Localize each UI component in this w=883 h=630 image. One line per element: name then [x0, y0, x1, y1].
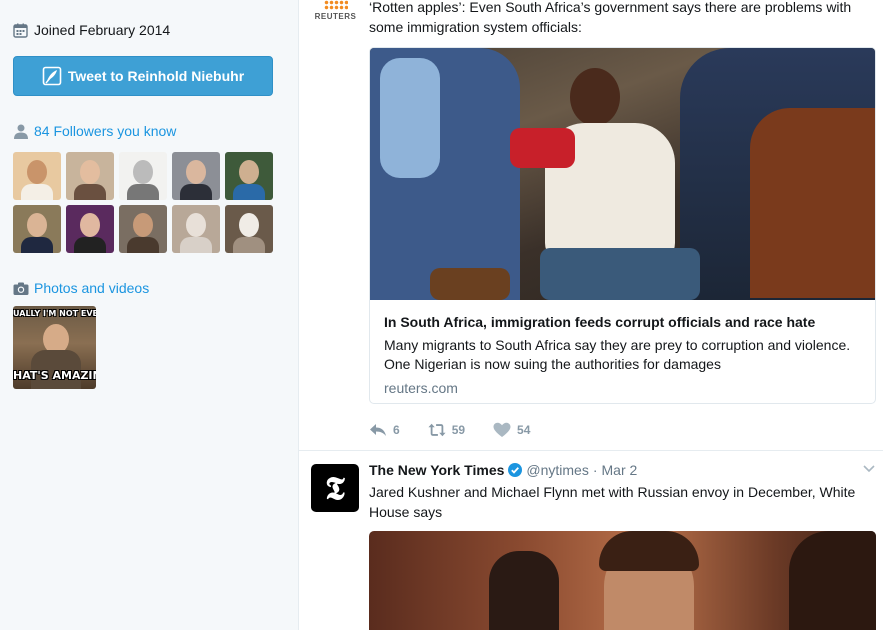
image-figure — [380, 58, 440, 178]
timeline: REUTERS ‘Rotten apples’: Even South Afri… — [299, 0, 883, 630]
tweet[interactable]: REUTERS ‘Rotten apples’: Even South Afri… — [299, 0, 883, 451]
author-handle[interactable]: @nytimes — [526, 462, 588, 478]
meme-top-text: UALLY I'M NOT EVEN — [13, 309, 96, 318]
nyt-logo-glyph: 𝕿 — [325, 468, 345, 507]
tweet-image[interactable] — [369, 531, 876, 630]
follower-avatar[interactable] — [225, 152, 273, 200]
follower-avatar[interactable] — [66, 152, 114, 200]
follower-avatar[interactable] — [66, 205, 114, 253]
like-count: 54 — [517, 423, 531, 437]
image-figure — [599, 531, 699, 571]
reply-icon — [370, 424, 386, 436]
verified-icon — [508, 463, 523, 477]
reply-count: 6 — [393, 423, 400, 437]
follower-avatar[interactable] — [13, 205, 61, 253]
image-figure — [510, 128, 575, 168]
card-domain: reuters.com — [384, 380, 458, 396]
feather-icon — [42, 66, 62, 86]
image-figure — [489, 551, 559, 630]
card-title: In South Africa, immigration feeds corru… — [384, 314, 816, 330]
reuters-dots-icon — [323, 0, 348, 10]
image-figure — [789, 531, 876, 630]
followers-label: 84 Followers you know — [34, 123, 177, 139]
joined-label: Joined February 2014 — [34, 22, 171, 38]
image-figure — [430, 268, 510, 300]
person-icon — [14, 124, 28, 139]
camera-icon — [13, 282, 29, 295]
follower-avatar[interactable] — [172, 152, 220, 200]
photos-and-videos-link[interactable]: Photos and videos — [13, 280, 149, 296]
header-separator: · — [592, 462, 598, 478]
calendar-icon — [13, 23, 28, 38]
card-description: Many migrants to South Africa say they a… — [384, 337, 851, 372]
follower-avatar[interactable] — [119, 205, 167, 253]
profile-sidebar: Joined February 2014 Tweet to Reinhold N… — [0, 0, 299, 630]
image-figure — [570, 68, 620, 126]
retweet-icon — [428, 423, 446, 437]
follower-avatar[interactable] — [225, 205, 273, 253]
retweet-count: 59 — [451, 423, 466, 437]
tweet-to-label: Tweet to Reinhold Niebuhr — [67, 68, 245, 84]
tweet[interactable]: 𝕿 The New York Times @nytimes · Mar 2 Ja… — [299, 452, 883, 630]
retweet-button[interactable]: 59 — [428, 422, 465, 438]
followers-avatar-grid — [13, 152, 275, 253]
tweet-date[interactable]: Mar 2 — [602, 462, 638, 478]
tweet-actions: 6 59 54 — [369, 422, 558, 438]
follower-avatar[interactable] — [119, 152, 167, 200]
link-card[interactable]: In South Africa, immigration feeds corru… — [369, 47, 876, 404]
tweet-text: ‘Rotten apples’: Even South Africa’s gov… — [369, 0, 852, 35]
joined-date: Joined February 2014 — [13, 22, 170, 38]
tweet-text: Jared Kushner and Michael Flynn met with… — [369, 484, 856, 520]
image-figure — [540, 248, 700, 300]
followers-you-know-link[interactable]: 84 Followers you know — [13, 123, 176, 139]
meme-bottom-text: HAT'S AMAZIN — [13, 369, 96, 382]
media-thumbnail[interactable]: UALLY I'M NOT EVEN HAT'S AMAZIN — [13, 306, 96, 389]
chevron-down-icon[interactable] — [863, 465, 875, 473]
like-button[interactable]: 54 — [493, 422, 530, 438]
card-body: In South Africa, immigration feeds corru… — [384, 312, 864, 396]
author-name[interactable]: The New York Times — [369, 462, 504, 478]
heart-icon — [493, 422, 511, 437]
reply-button[interactable]: 6 — [369, 422, 400, 438]
nyt-avatar[interactable]: 𝕿 — [311, 464, 359, 512]
follower-avatar[interactable] — [13, 152, 61, 200]
reuters-logo-text: REUTERS — [314, 12, 357, 21]
image-figure — [750, 108, 875, 298]
tweet-header: The New York Times @nytimes · Mar 2 — [369, 462, 637, 478]
reuters-logo: REUTERS — [313, 0, 358, 21]
tweet-to-button[interactable]: Tweet to Reinhold Niebuhr — [13, 56, 273, 96]
photos-label: Photos and videos — [34, 280, 150, 296]
follower-avatar[interactable] — [172, 205, 220, 253]
card-image — [370, 48, 875, 300]
